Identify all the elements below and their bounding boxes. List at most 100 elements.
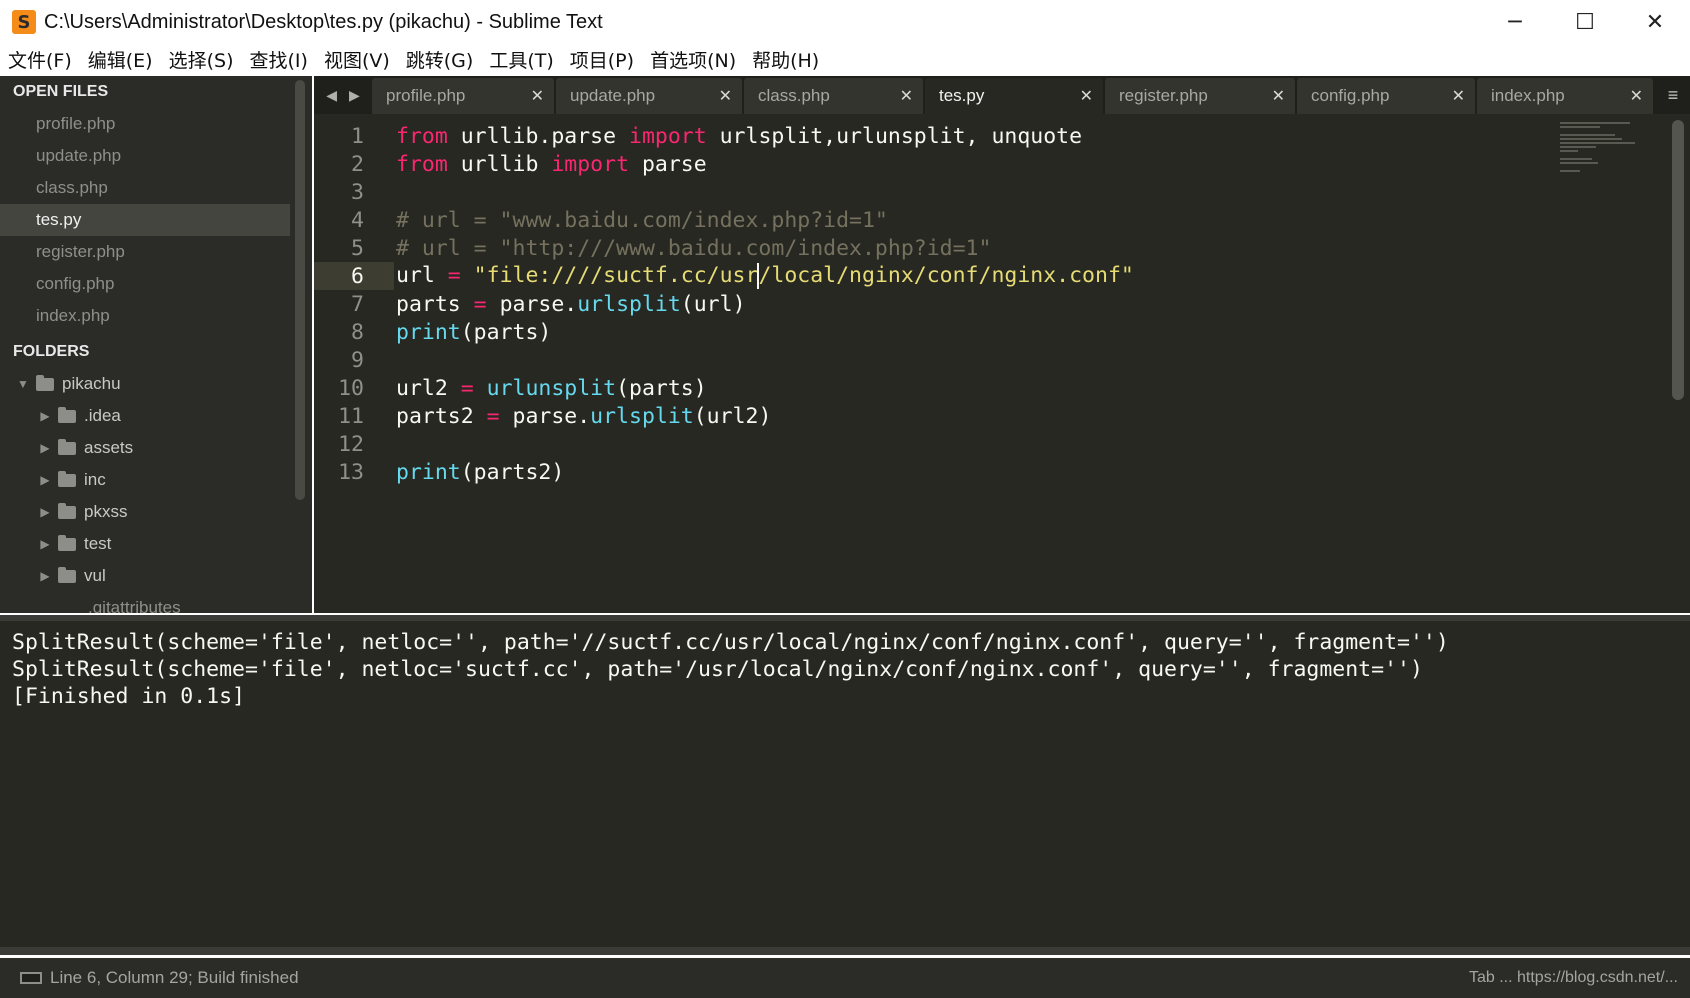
output-border bbox=[0, 947, 1690, 955]
menu-help[interactable]: 帮助(H) bbox=[752, 46, 819, 73]
menu-project[interactable]: 项目(P) bbox=[570, 46, 634, 73]
folder-icon bbox=[58, 534, 76, 551]
disclosure-closed-icon[interactable]: ▶ bbox=[36, 441, 54, 455]
menu-goto[interactable]: 跳转(G) bbox=[406, 46, 474, 73]
menu-tools[interactable]: 工具(T) bbox=[489, 46, 553, 73]
open-file-item[interactable]: profile.php bbox=[0, 108, 290, 140]
folder-root[interactable]: ▼ pikachu bbox=[0, 368, 312, 400]
menu-bar: 文件(F) 编辑(E) 选择(S) 查找(I) 视图(V) 跳转(G) 工具(T… bbox=[0, 44, 1690, 74]
close-icon[interactable]: ✕ bbox=[1272, 86, 1285, 106]
close-icon[interactable]: ✕ bbox=[719, 86, 732, 106]
title-bar: S C:\Users\Administrator\Desktop\tes.py … bbox=[0, 0, 1690, 44]
close-icon[interactable]: ✕ bbox=[900, 86, 913, 106]
code-line: 13 print(parts2) bbox=[314, 458, 1614, 486]
menu-edit[interactable]: 编辑(E) bbox=[88, 46, 153, 73]
folder-label: inc bbox=[84, 470, 106, 489]
close-icon[interactable]: ✕ bbox=[531, 86, 544, 106]
tab-label: register.php bbox=[1119, 86, 1208, 105]
tab-tes-py[interactable]: tes.py ✕ bbox=[925, 78, 1103, 114]
folder-item[interactable]: ▶ inc bbox=[0, 464, 312, 496]
disclosure-closed-icon[interactable]: ▶ bbox=[36, 409, 54, 423]
file-item[interactable]: .gitattributes bbox=[0, 592, 312, 613]
folder-label: pkxss bbox=[84, 502, 128, 521]
tab-bar: ◀ ▶ profile.php ✕ update.php ✕ class.php… bbox=[314, 76, 1690, 114]
panel-toggle-icon[interactable] bbox=[20, 972, 42, 984]
close-icon[interactable]: ✕ bbox=[1452, 86, 1465, 106]
line-number: 11 bbox=[338, 403, 364, 429]
open-files-header: OPEN FILES bbox=[13, 83, 109, 100]
close-button[interactable]: ✕ bbox=[1620, 0, 1690, 44]
menu-selection[interactable]: 选择(S) bbox=[169, 46, 234, 73]
folder-icon bbox=[58, 470, 76, 487]
code-line: 7 parts = parse.urlsplit(url) bbox=[314, 290, 1614, 318]
code-line: 12 bbox=[314, 430, 1614, 458]
code-line: 3 bbox=[314, 178, 1614, 206]
code-line: 5 # url = "http:///www.baidu.com/index.p… bbox=[314, 234, 1614, 262]
open-file-item[interactable]: update.php bbox=[0, 140, 290, 172]
folder-item[interactable]: ▶ assets bbox=[0, 432, 312, 464]
sidebar-scrollbar[interactable] bbox=[295, 80, 305, 500]
line-number: 5 bbox=[351, 235, 364, 261]
line-number: 7 bbox=[351, 291, 364, 317]
folder-item[interactable]: ▶ vul bbox=[0, 560, 312, 592]
close-icon[interactable]: ✕ bbox=[1080, 86, 1093, 106]
window-title: C:\Users\Administrator\Desktop\tes.py (p… bbox=[44, 10, 603, 33]
folder-item[interactable]: ▶ test bbox=[0, 528, 312, 560]
tab-left-arrow-icon[interactable]: ◀ bbox=[326, 87, 337, 104]
tab-profile-php[interactable]: profile.php ✕ bbox=[372, 78, 554, 114]
disclosure-closed-icon[interactable]: ▶ bbox=[36, 569, 54, 583]
open-file-item[interactable]: index.php bbox=[0, 300, 290, 332]
minimap[interactable] bbox=[1560, 122, 1640, 172]
line-number: 2 bbox=[351, 151, 364, 177]
folder-item[interactable]: ▶ pkxss bbox=[0, 496, 312, 528]
open-file-item[interactable]: class.php bbox=[0, 172, 290, 204]
open-file-item-active[interactable]: tes.py bbox=[0, 204, 290, 236]
minimize-button[interactable]: ─ bbox=[1480, 0, 1550, 44]
disclosure-closed-icon[interactable]: ▶ bbox=[36, 505, 54, 519]
folder-label: test bbox=[84, 534, 112, 553]
output-line: SplitResult(scheme='file', netloc='', pa… bbox=[12, 630, 1449, 655]
maximize-button[interactable]: ☐ bbox=[1550, 0, 1620, 44]
tab-config-php[interactable]: config.php ✕ bbox=[1297, 78, 1475, 114]
code-line: 1 from urllib.parse import urlsplit,urlu… bbox=[314, 122, 1614, 150]
tab-index-php[interactable]: index.php ✕ bbox=[1477, 78, 1653, 114]
close-icon[interactable]: ✕ bbox=[1630, 86, 1643, 106]
open-file-item[interactable]: config.php bbox=[0, 268, 290, 300]
code-line: 2 from urllib import parse bbox=[314, 150, 1614, 178]
disclosure-open-icon[interactable]: ▼ bbox=[14, 377, 32, 391]
editor-scrollbar[interactable] bbox=[1672, 120, 1684, 400]
disclosure-closed-icon[interactable]: ▶ bbox=[36, 537, 54, 551]
line-number: 13 bbox=[338, 459, 364, 485]
folder-icon bbox=[58, 406, 76, 423]
menu-view[interactable]: 视图(V) bbox=[324, 46, 390, 73]
code-comment: # url = "www.baidu.com/index.php?id=1" bbox=[396, 207, 888, 233]
folder-label: .idea bbox=[84, 406, 121, 425]
menu-preferences[interactable]: 首选项(N) bbox=[650, 46, 736, 73]
code-line: 11 parts2 = parse.urlsplit(url2) bbox=[314, 402, 1614, 430]
tab-update-php[interactable]: update.php ✕ bbox=[556, 78, 742, 114]
tab-menu-icon[interactable]: ≡ bbox=[1656, 76, 1690, 114]
tab-label: profile.php bbox=[386, 86, 466, 105]
code-comment: # url = "http:///www.baidu.com/index.php… bbox=[396, 235, 992, 261]
folders-header: FOLDERS bbox=[13, 343, 90, 360]
code-area[interactable]: 1 from urllib.parse import urlsplit,urlu… bbox=[314, 116, 1690, 613]
line-number: 12 bbox=[338, 431, 364, 457]
tab-right-arrow-icon[interactable]: ▶ bbox=[349, 87, 360, 104]
line-number: 8 bbox=[351, 319, 364, 345]
folder-label: assets bbox=[84, 438, 134, 457]
menu-find[interactable]: 查找(I) bbox=[250, 46, 308, 73]
tab-label: index.php bbox=[1491, 86, 1565, 105]
menu-file[interactable]: 文件(F) bbox=[8, 46, 72, 73]
folder-label: pikachu bbox=[62, 374, 121, 393]
open-file-item[interactable]: register.php bbox=[0, 236, 290, 268]
folder-icon bbox=[58, 438, 76, 455]
code-text: from urllib.parse import urlsplit,urluns… bbox=[396, 123, 1083, 149]
tab-label: tes.py bbox=[939, 86, 985, 105]
folder-item[interactable]: ▶ .idea bbox=[0, 400, 312, 432]
disclosure-closed-icon[interactable]: ▶ bbox=[36, 473, 54, 487]
line-number: 6 bbox=[351, 263, 364, 289]
code-text: parts2 = parse.urlsplit(url2) bbox=[396, 403, 772, 429]
tab-class-php[interactable]: class.php ✕ bbox=[744, 78, 923, 114]
folder-open-icon bbox=[36, 374, 54, 391]
tab-register-php[interactable]: register.php ✕ bbox=[1105, 78, 1295, 114]
